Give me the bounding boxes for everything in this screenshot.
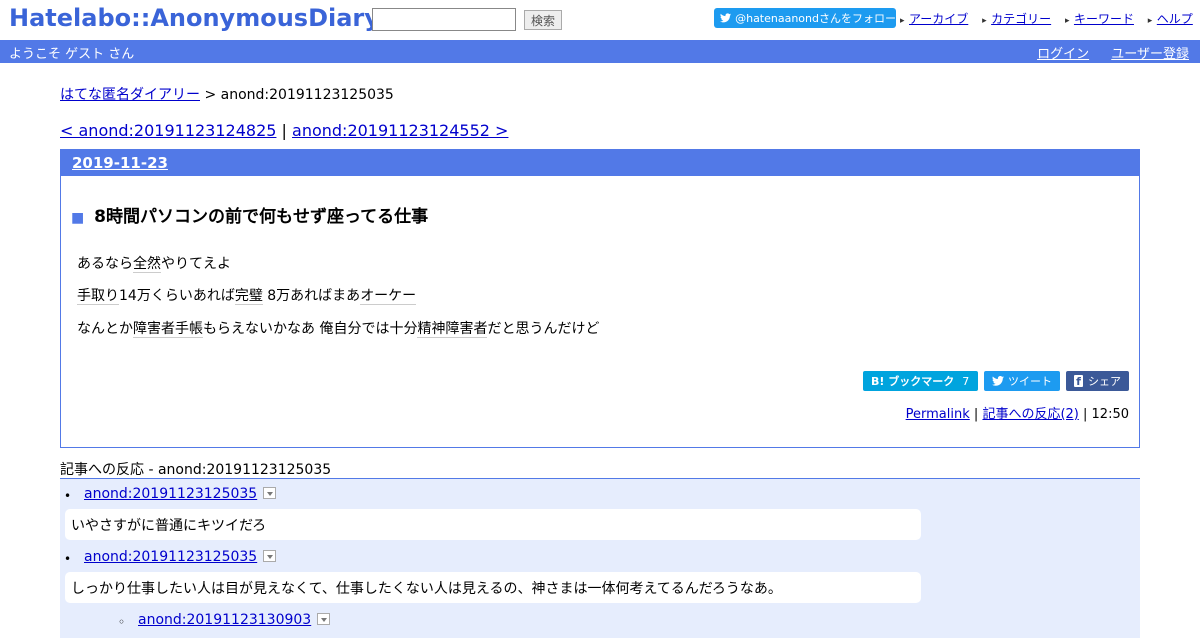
top-links: ▸ アーカイブ ▸ カテゴリー ▸ キーワード ▸ ヘルプ xyxy=(900,10,1200,27)
keyword-link[interactable]: オーケー xyxy=(360,288,417,305)
arrow-icon: ▸ xyxy=(1064,16,1070,26)
meta-separator: | xyxy=(973,407,979,422)
reaction-link[interactable]: anond:20191123130903 xyxy=(138,612,311,628)
keyword-link[interactable]: 精神障害者 xyxy=(417,321,488,338)
list-item: anond:20191123125035 xyxy=(84,486,277,502)
dropdown-icon[interactable] xyxy=(263,550,277,562)
entry-title-text: 8時間パソコンの前で何もせず座ってる仕事 xyxy=(94,207,429,227)
follow-label: @hatenaanondさんをフォロー xyxy=(735,12,896,25)
permalink-link[interactable]: Permalink xyxy=(906,407,970,422)
reactions-link[interactable]: 記事への反応(2) xyxy=(982,407,1078,422)
entry-meta: Permalink | 記事への反応(2) | 12:50 xyxy=(906,403,1129,422)
reaction-text: しっかり仕事したい人は目が見えなくて、仕事したくない人は見えるの、神さまは一体何… xyxy=(65,572,921,603)
twitter-bird-icon xyxy=(720,13,732,23)
entry-date-header: 2019-11-23 xyxy=(61,150,1139,176)
user-bar: ようこそ ゲスト さん ログイン ユーザー登録 xyxy=(0,40,1200,63)
facebook-share-button[interactable]: f シェア xyxy=(1066,371,1129,391)
entry-date-link[interactable]: 2019-11-23 xyxy=(72,154,168,172)
entry-paragraph: なんとか障害者手帳もらえないかなあ 俺自分では十分精神障害者だと思うんだけど xyxy=(77,318,599,338)
link-help[interactable]: ヘルプ xyxy=(1157,12,1193,26)
next-entry-link[interactable]: anond:20191123124552 > xyxy=(292,121,508,140)
entry-box: 2019-11-23 ■ 8時間パソコンの前で何もせず座ってる仕事 あるなら全然… xyxy=(60,149,1140,448)
text-segment: 14万くらいあれば xyxy=(119,288,235,304)
link-keyword[interactable]: キーワード xyxy=(1074,12,1134,26)
text-segment: やりてえよ xyxy=(161,256,231,272)
reactions-heading: 記事への反応 - anond:20191123125035 xyxy=(60,462,332,478)
facebook-label: シェア xyxy=(1088,375,1121,388)
reaction-link[interactable]: anond:20191123125035 xyxy=(84,486,257,502)
reaction-link[interactable]: anond:20191123125035 xyxy=(84,549,257,565)
dropdown-icon[interactable] xyxy=(263,487,277,499)
list-item: anond:20191123130903 xyxy=(138,612,331,628)
list-item: anond:20191123125035 xyxy=(84,549,277,565)
arrow-icon: ▸ xyxy=(982,16,987,26)
arrow-icon: ▸ xyxy=(1147,16,1153,26)
login-link[interactable]: ログイン xyxy=(1037,47,1089,62)
tweet-button[interactable]: ツイート xyxy=(984,371,1060,391)
bookmark-label: B! ブックマーク xyxy=(871,375,955,388)
text-segment: だと思うんだけど xyxy=(487,321,600,337)
twitter-bird-icon xyxy=(992,376,1004,386)
entry-pager: < anond:20191123124825 | anond:201911231… xyxy=(60,121,508,140)
tweet-label: ツイート xyxy=(1008,375,1052,388)
text-segment: あるなら xyxy=(77,256,133,272)
facebook-icon: f xyxy=(1074,375,1083,388)
text-segment: もらえないかなあ 俺自分では十分 xyxy=(203,321,418,337)
entry-paragraph: 手取り14万くらいあれば完璧 8万あればまあオーケー xyxy=(77,285,417,305)
twitter-follow-button[interactable]: @hatenaanondさんをフォロー xyxy=(714,8,896,28)
link-archive[interactable]: アーカイブ xyxy=(909,12,968,26)
entry-title: ■ 8時間パソコンの前で何もせず座ってる仕事 xyxy=(71,202,428,227)
prev-entry-link[interactable]: < anond:20191123124825 xyxy=(60,121,276,140)
text-segment: なんとか xyxy=(77,321,133,337)
keyword-link[interactable]: 障害者手帳 xyxy=(133,321,203,338)
arrow-icon: ▸ xyxy=(900,16,905,26)
search-button[interactable]: 検索 xyxy=(524,10,562,30)
reactions-list: • anond:20191123125035 いやさすがに普通にキツイだろ • … xyxy=(60,478,1140,638)
list-bullet: ◦ xyxy=(118,615,126,629)
meta-separator: | xyxy=(1083,407,1088,422)
breadcrumb-home-link[interactable]: はてな匿名ダイアリー xyxy=(60,87,200,103)
entry-time: 12:50 xyxy=(1091,407,1129,422)
register-link[interactable]: ユーザー登録 xyxy=(1111,47,1189,62)
list-bullet: • xyxy=(64,552,72,566)
keyword-link[interactable]: 手取り xyxy=(77,288,119,305)
hatena-bookmark-button[interactable]: B! ブックマーク 7 xyxy=(863,371,978,391)
reaction-text: いやさすがに普通にキツイだろ xyxy=(65,509,921,540)
keyword-link[interactable]: 完璧 xyxy=(234,288,263,305)
site-logo[interactable]: Hatelabo::AnonymousDiary xyxy=(9,4,380,32)
entry-permalink-square[interactable]: ■ xyxy=(71,210,84,226)
bookmark-count: 7 xyxy=(962,374,970,388)
welcome-text: ようこそ ゲスト さん xyxy=(9,47,135,62)
header: Hatelabo::AnonymousDiary 検索 @hatenaanond… xyxy=(0,0,1200,40)
search-input[interactable] xyxy=(372,8,516,31)
keyword-link[interactable]: 全然 xyxy=(133,256,161,273)
text-segment: 8万あればまあ xyxy=(262,288,361,304)
list-bullet: • xyxy=(64,489,72,503)
pager-separator: | xyxy=(281,121,287,140)
dropdown-icon[interactable] xyxy=(317,613,331,625)
share-buttons: B! ブックマーク 7 ツイート f シェア xyxy=(863,371,1129,391)
link-category[interactable]: カテゴリー xyxy=(991,12,1051,26)
breadcrumb-current: > anond:20191123125035 xyxy=(204,87,394,103)
entry-paragraph: あるなら全然やりてえよ xyxy=(77,253,231,273)
breadcrumb: はてな匿名ダイアリー > anond:20191123125035 xyxy=(60,84,394,104)
